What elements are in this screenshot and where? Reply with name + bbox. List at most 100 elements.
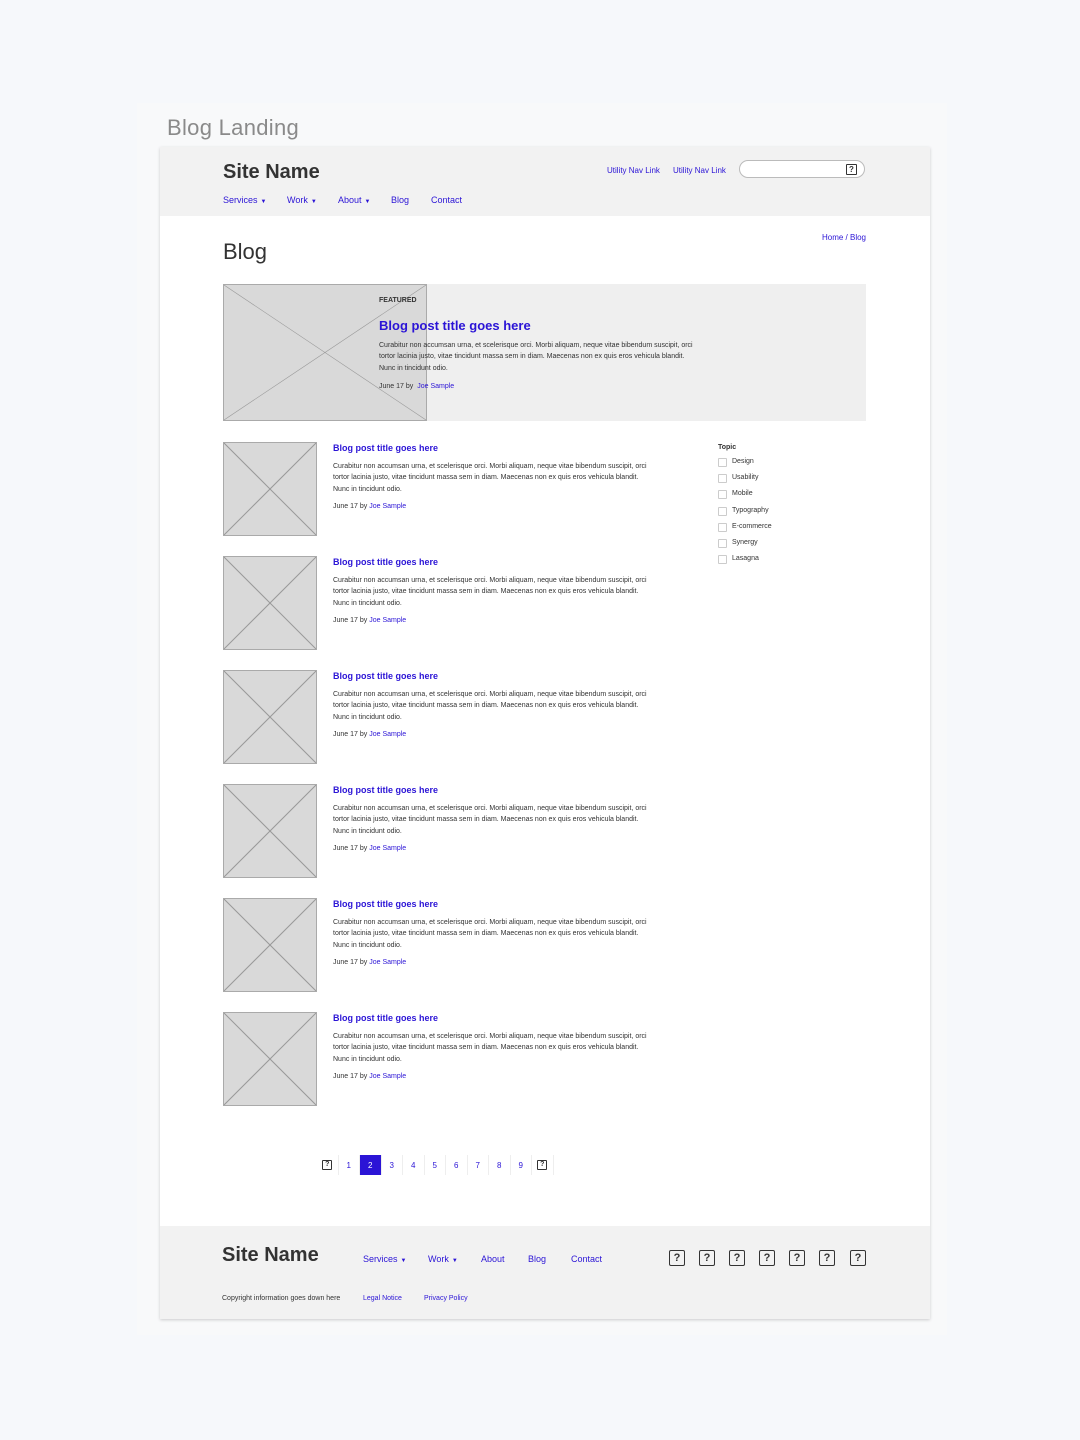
checkbox[interactable] [718,506,727,516]
checkbox[interactable] [718,474,727,484]
legal-notice-link[interactable]: Legal Notice [363,1295,402,1302]
post-image-placeholder[interactable] [223,784,317,878]
post-date: June 17 [333,503,358,510]
copyright-text: Copyright information goes down here [222,1295,341,1302]
nav-work[interactable]: Work ▼ [287,195,317,205]
topic-option-typography[interactable]: Typography [718,506,838,523]
post-meta: June 17 by Joe Sample [333,1073,406,1080]
post-excerpt: Curabitur non accumsan urna, et sceleris… [333,691,647,721]
post-author-link[interactable]: Joe Sample [417,383,454,390]
post-by: by [359,503,368,510]
nav-services[interactable]: Services ▼ [223,195,266,205]
site-name[interactable]: Site Name [223,161,320,184]
footer-nav-services[interactable]: Services ▼ [363,1254,406,1264]
social-icon-6[interactable]: ? [819,1250,835,1266]
breadcrumb[interactable]: Home / Blog [822,233,866,242]
blog-post-item: Blog post title goes here Curabitur non … [223,442,653,537]
pagination-prev[interactable]: ? [317,1155,339,1175]
post-author-link[interactable]: Joe Sample [369,617,406,624]
post-author-link[interactable]: Joe Sample [369,845,406,852]
post-image-placeholder[interactable] [223,442,317,536]
social-icon-1[interactable]: ? [669,1250,685,1266]
post-image-placeholder[interactable] [223,1012,317,1106]
post-excerpt: Curabitur non accumsan urna, et sceleris… [333,805,647,835]
topic-option-ecommerce[interactable]: E-commerce [718,522,838,539]
post-date: June 17 [379,383,404,390]
caret-down-icon: ▼ [260,199,267,205]
footer-nav-work[interactable]: Work ▼ [428,1254,458,1264]
checkbox[interactable] [718,522,727,532]
page: Site Name Utility Nav Link Utility Nav L… [160,147,930,1319]
social-icon-2[interactable]: ? [699,1250,715,1266]
post-author-link[interactable]: Joe Sample [369,1073,406,1080]
privacy-policy-link[interactable]: Privacy Policy [424,1295,468,1302]
page-1[interactable]: 1 [339,1155,360,1175]
post-image-placeholder[interactable] [223,670,317,764]
post-date: June 17 [333,731,358,738]
topic-option-usability[interactable]: Usability [718,474,838,490]
topic-option-mobile[interactable]: Mobile [718,490,838,506]
site-header: Site Name Utility Nav Link Utility Nav L… [160,147,930,216]
checkbox[interactable] [718,538,727,548]
topic-option-design[interactable]: Design [718,458,838,474]
post-date: June 17 [333,845,358,852]
social-icon-3[interactable]: ? [729,1250,745,1266]
topic-filter-heading: Topic [718,444,737,451]
post-author-link[interactable]: Joe Sample [369,959,406,966]
footer-nav-about[interactable]: About [481,1254,505,1264]
search-icon[interactable]: ? [846,164,857,175]
page-7[interactable]: 7 [468,1155,489,1175]
featured-post-title[interactable]: Blog post title goes here [379,318,531,333]
post-author-link[interactable]: Joe Sample [369,731,406,738]
featured-label: FEATURED [379,297,417,304]
next-page-icon: ? [537,1160,548,1170]
social-icon-7[interactable]: ? [850,1250,866,1266]
blog-post-item: Blog post title goes here Curabitur non … [223,670,653,765]
pagination-next[interactable]: ? [532,1155,554,1175]
post-by: by [359,617,368,624]
post-title[interactable]: Blog post title goes here [333,1013,438,1023]
footer-nav-contact[interactable]: Contact [571,1254,602,1264]
page-3[interactable]: 3 [382,1155,403,1175]
page-6[interactable]: 6 [446,1155,468,1175]
post-title[interactable]: Blog post title goes here [333,899,438,909]
nav-contact[interactable]: Contact [431,195,462,205]
post-date: June 17 [333,959,358,966]
page-8[interactable]: 8 [489,1155,511,1175]
footer-site-name[interactable]: Site Name [222,1244,319,1267]
blog-post-item: Blog post title goes here Curabitur non … [223,1012,653,1107]
post-date: June 17 [333,1073,358,1080]
post-author-link[interactable]: Joe Sample [369,503,406,510]
page-4[interactable]: 4 [403,1155,425,1175]
post-title[interactable]: Blog post title goes here [333,443,438,453]
blog-post-item: Blog post title goes here Curabitur non … [223,784,653,879]
social-icon-5[interactable]: ? [789,1250,805,1266]
post-title[interactable]: Blog post title goes here [333,671,438,681]
blog-post-item: Blog post title goes here Curabitur non … [223,556,653,651]
nav-blog[interactable]: Blog [391,195,409,205]
utility-nav-link-2[interactable]: Utility Nav Link [673,166,726,175]
post-meta: June 17 by Joe Sample [333,731,406,738]
post-meta: June 17 by Joe Sample [333,845,406,852]
social-icon-4[interactable]: ? [759,1250,775,1266]
post-image-placeholder[interactable] [223,898,317,992]
topic-option-lasagna[interactable]: Lasagna [718,555,838,571]
search-input[interactable]: ? [739,160,865,178]
post-title[interactable]: Blog post title goes here [333,557,438,567]
page-5[interactable]: 5 [425,1155,446,1175]
page-9[interactable]: 9 [511,1155,532,1175]
artboard-title: Blog Landing [167,115,300,140]
post-image-placeholder[interactable] [223,556,317,650]
checkbox[interactable] [718,458,727,467]
utility-nav-link-1[interactable]: Utility Nav Link [607,166,660,175]
post-title[interactable]: Blog post title goes here [333,785,438,795]
checkbox[interactable] [718,555,727,565]
footer-nav-blog[interactable]: Blog [528,1254,546,1264]
topic-filter: Topic Design Usability Mobile Typography… [718,444,838,571]
topic-option-synergy[interactable]: Synergy [718,538,838,555]
page-2-current[interactable]: 2 [360,1155,382,1175]
checkbox[interactable] [718,490,727,500]
nav-about[interactable]: About ▼ [338,195,370,205]
featured-post-excerpt: Curabitur non accumsan urna, et sceleris… [379,342,693,372]
post-by: by [405,383,414,390]
